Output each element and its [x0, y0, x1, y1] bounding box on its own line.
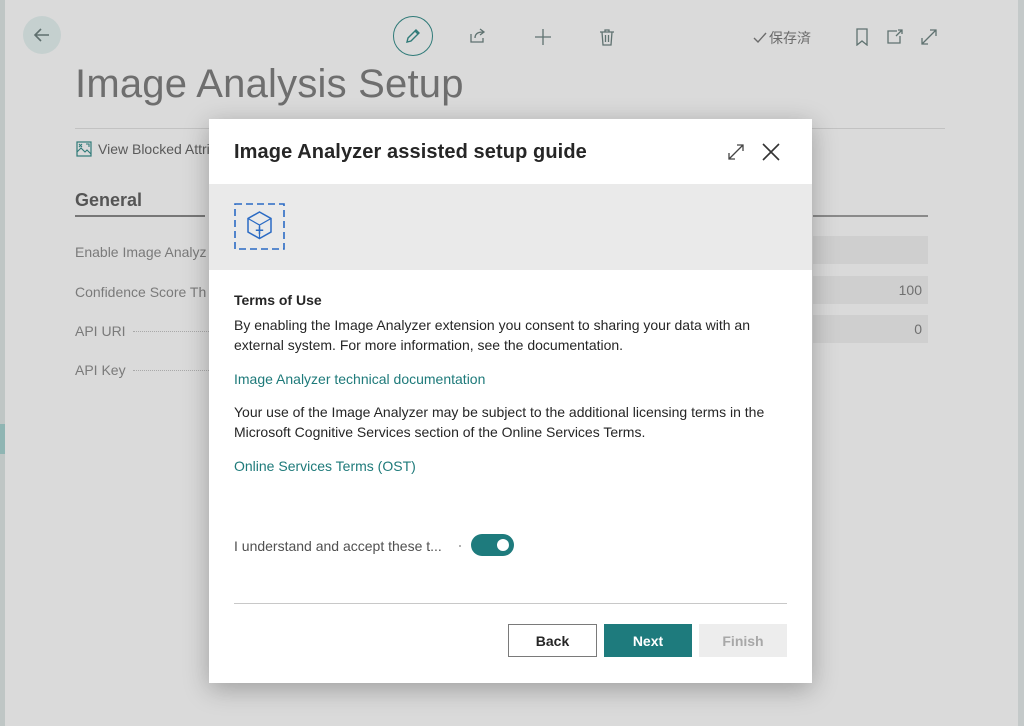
edit-button[interactable]: [393, 16, 433, 56]
expand-icon: [921, 29, 937, 45]
section-general-title: General: [75, 190, 143, 210]
delete-button[interactable]: [597, 26, 617, 48]
accept-leader-dot: [459, 545, 461, 547]
field-value-api-uri[interactable]: 0: [813, 315, 928, 343]
field-label-enable: Enable Image Analyz: [75, 244, 207, 260]
setup-guide-dialog: Image Analyzer assisted setup guide Term…: [209, 119, 812, 683]
image-grid-icon: [76, 141, 92, 157]
saved-label: 保存済: [769, 31, 811, 47]
next-button[interactable]: Next: [604, 624, 692, 657]
field-value-enable[interactable]: [813, 236, 928, 264]
cube-add-icon: [234, 203, 285, 250]
back-arrow-icon: [33, 28, 49, 42]
dialog-expand-button[interactable]: [725, 141, 747, 163]
open-new-window-button[interactable]: [885, 26, 905, 48]
pencil-icon: [406, 29, 420, 43]
field-label-confidence: Confidence Score Th: [75, 284, 207, 300]
field-leader-dots: [133, 370, 209, 371]
share-icon: [470, 28, 486, 43]
back-button[interactable]: [23, 16, 61, 54]
online-services-terms-link[interactable]: Online Services Terms (OST): [234, 458, 416, 474]
collapse-button[interactable]: [918, 26, 940, 48]
saved-status: 保存済: [753, 28, 811, 48]
terms-heading: Terms of Use: [234, 292, 322, 308]
view-blocked-action[interactable]: View Blocked Attri: [76, 141, 210, 157]
terms-paragraph-consent: By enabling the Image Analyzer extension…: [234, 317, 750, 353]
trash-icon: [600, 29, 614, 46]
field-value-confidence[interactable]: 100: [813, 276, 928, 304]
bookmark-button[interactable]: [853, 26, 871, 48]
accept-terms-label: I understand and accept these t...: [234, 538, 442, 554]
field-label-api-uri: API URI: [75, 323, 126, 339]
dialog-title: Image Analyzer assisted setup guide: [234, 141, 587, 163]
expand-icon: [728, 144, 744, 160]
dialog-close-button[interactable]: [758, 139, 784, 165]
finish-button[interactable]: Finish: [699, 624, 787, 657]
field-label-api-key: API Key: [75, 362, 126, 378]
technical-documentation-link[interactable]: Image Analyzer technical documentation: [234, 371, 485, 387]
new-button[interactable]: [532, 26, 554, 48]
bookmark-icon: [856, 28, 868, 46]
right-edge: [1018, 0, 1024, 726]
field-leader-dots: [133, 331, 209, 332]
back-button[interactable]: Back: [508, 624, 597, 657]
footer-divider: [234, 603, 787, 604]
open-in-new-icon: [887, 29, 903, 44]
view-blocked-label: View Blocked Attri: [98, 141, 210, 157]
plus-icon: [535, 29, 551, 45]
dialog-banner: [209, 184, 812, 270]
page-title: Image Analysis Setup: [75, 62, 464, 106]
section-underline: [75, 215, 205, 217]
share-button[interactable]: [467, 26, 489, 46]
check-icon: [753, 32, 767, 44]
terms-paragraph-licensing: Your use of the Image Analyzer may be su…: [234, 404, 765, 440]
accept-terms-toggle[interactable]: [471, 534, 514, 556]
close-icon: [762, 143, 780, 161]
section-underline-right: [813, 215, 928, 217]
toggle-knob: [497, 539, 509, 551]
